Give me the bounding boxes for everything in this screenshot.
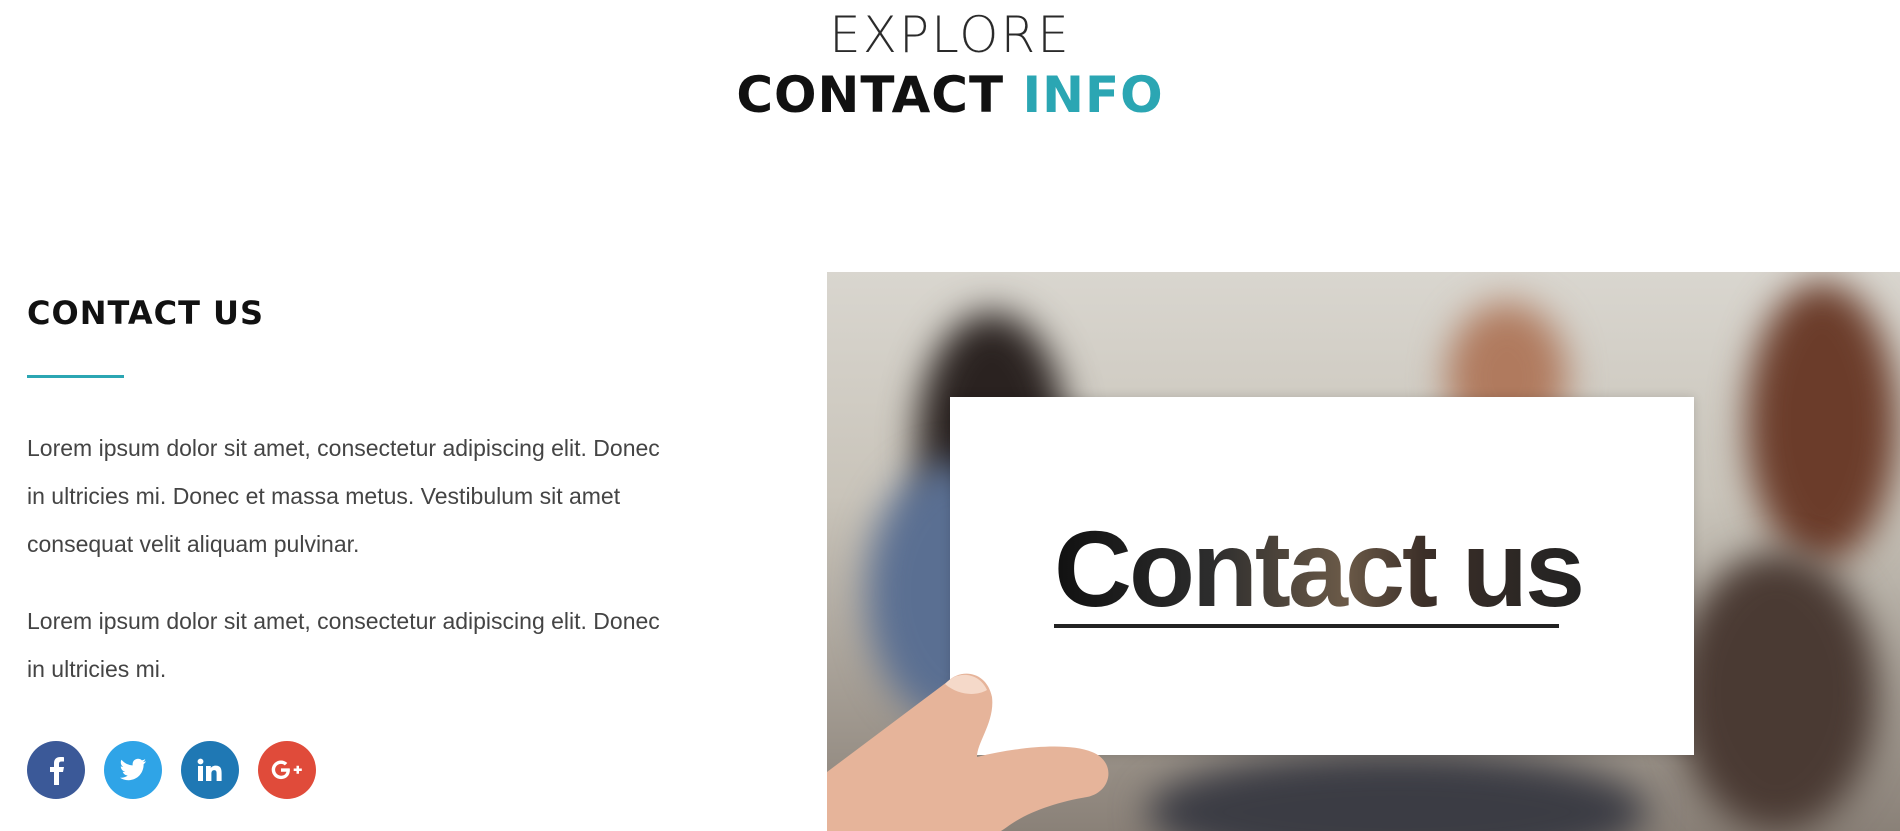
twitter-icon [119, 758, 147, 782]
card-text: Contact us [1054, 508, 1585, 629]
linkedin-button[interactable] [181, 741, 239, 799]
contact-info-section: EXPLORE CONTACT INFO CONTACT US Lorem ip… [0, 0, 1900, 831]
card-underline [1054, 624, 1559, 628]
blurred-table [1147, 752, 1647, 831]
google-plus-button[interactable] [258, 741, 316, 799]
blurred-person-right [1747, 282, 1897, 562]
section-title-accent: INFO [1022, 66, 1164, 124]
google-plus-icon [270, 759, 304, 781]
facebook-icon [47, 755, 65, 785]
heading-divider [27, 375, 124, 378]
hand-holding-card [827, 673, 1109, 831]
blurred-person-front-right [1677, 552, 1877, 831]
facebook-button[interactable] [27, 741, 85, 799]
section-title: CONTACT INFO [0, 66, 1900, 124]
contact-paragraph-2: Lorem ipsum dolor sit amet, consectetur … [27, 608, 660, 682]
contact-us-photo: Contact us [827, 272, 1900, 831]
contact-us-heading: CONTACT US [27, 294, 265, 332]
section-title-main: CONTACT [736, 66, 1005, 124]
twitter-button[interactable] [104, 741, 162, 799]
contact-paragraph-1: Lorem ipsum dolor sit amet, consectetur … [27, 435, 660, 557]
linkedin-icon [197, 758, 223, 782]
section-kicker: EXPLORE [829, 6, 1071, 64]
social-links [27, 741, 316, 799]
